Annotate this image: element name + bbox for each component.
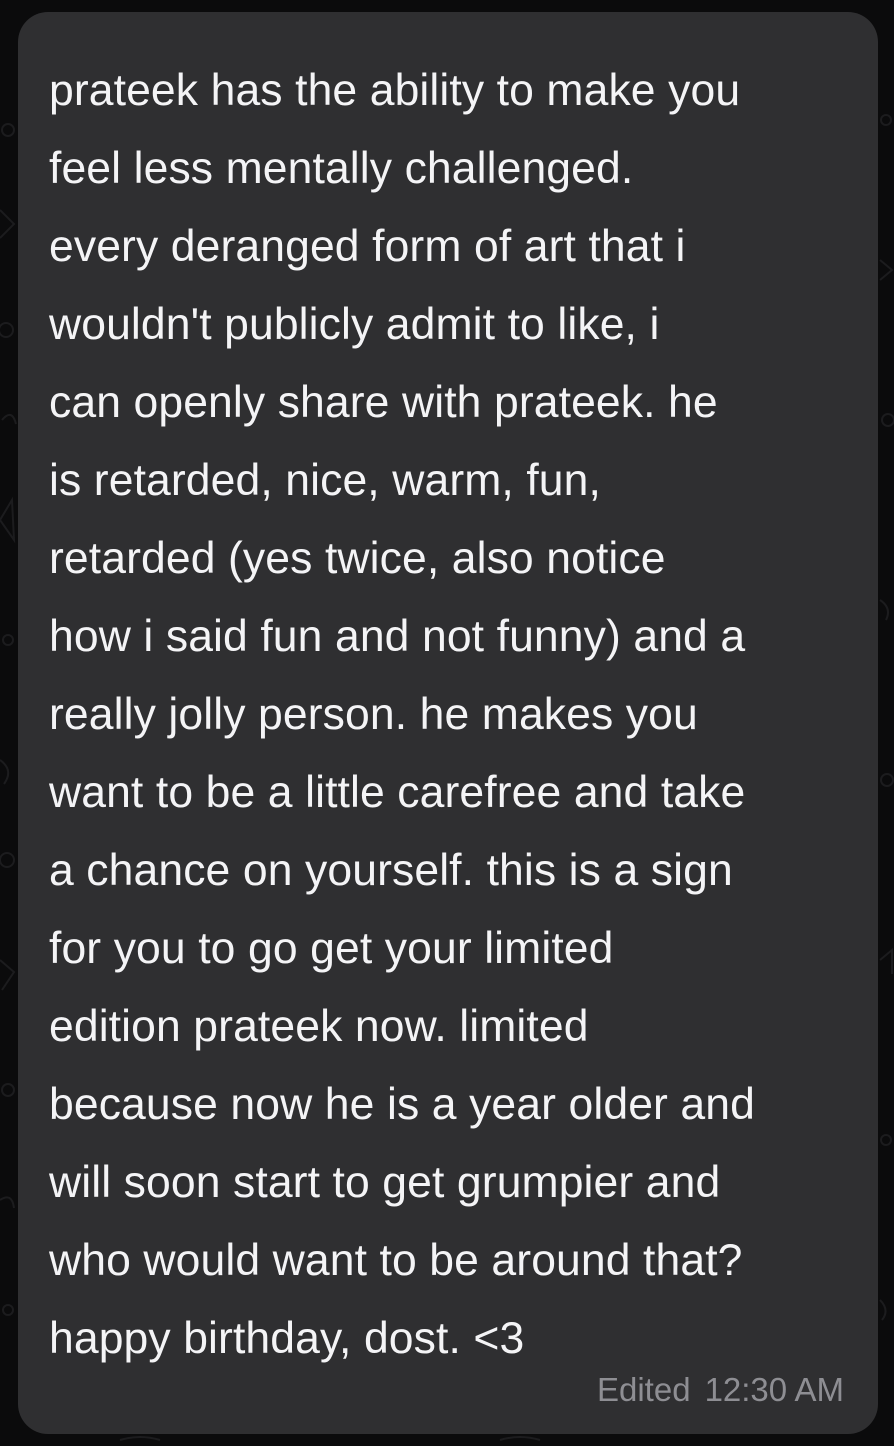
message-line: wouldn't publicly admit to like, i	[49, 300, 660, 349]
message-line: edition prateek now. limited	[49, 1002, 589, 1051]
message-line: for you to go get your limited	[49, 924, 614, 973]
message-meta: Edited 12:30 AM	[597, 1370, 844, 1410]
message-line: every deranged form of art that i	[49, 222, 686, 271]
message-line: feel less mentally challenged.	[49, 144, 634, 193]
message-line: prateek has the ability to make you	[49, 66, 741, 115]
message-line: want to be a little carefree and take	[49, 768, 746, 817]
message-line: is retarded, nice, warm, fun,	[49, 456, 601, 505]
message-bubble[interactable]: prateek has the ability to make you feel…	[18, 12, 878, 1434]
message-line: a chance on yourself. this is a sign	[49, 846, 733, 895]
edited-label: Edited	[596, 1371, 691, 1408]
message-line: really jolly person. he makes you	[49, 690, 698, 739]
message-line: will soon start to get grumpier and	[49, 1158, 721, 1207]
message-line: happy birthday, dost. <3	[49, 1314, 525, 1363]
message-text: prateek has the ability to make you feel…	[49, 52, 848, 1378]
message-line: can openly share with prateek. he	[49, 378, 718, 427]
message-timestamp: 12:30 AM	[704, 1371, 844, 1408]
message-line: because now he is a year older and	[49, 1080, 755, 1129]
message-line: who would want to be around that?	[49, 1236, 743, 1285]
message-line: retarded (yes twice, also notice	[49, 534, 666, 583]
message-line: how i said fun and not funny) and a	[49, 612, 746, 661]
